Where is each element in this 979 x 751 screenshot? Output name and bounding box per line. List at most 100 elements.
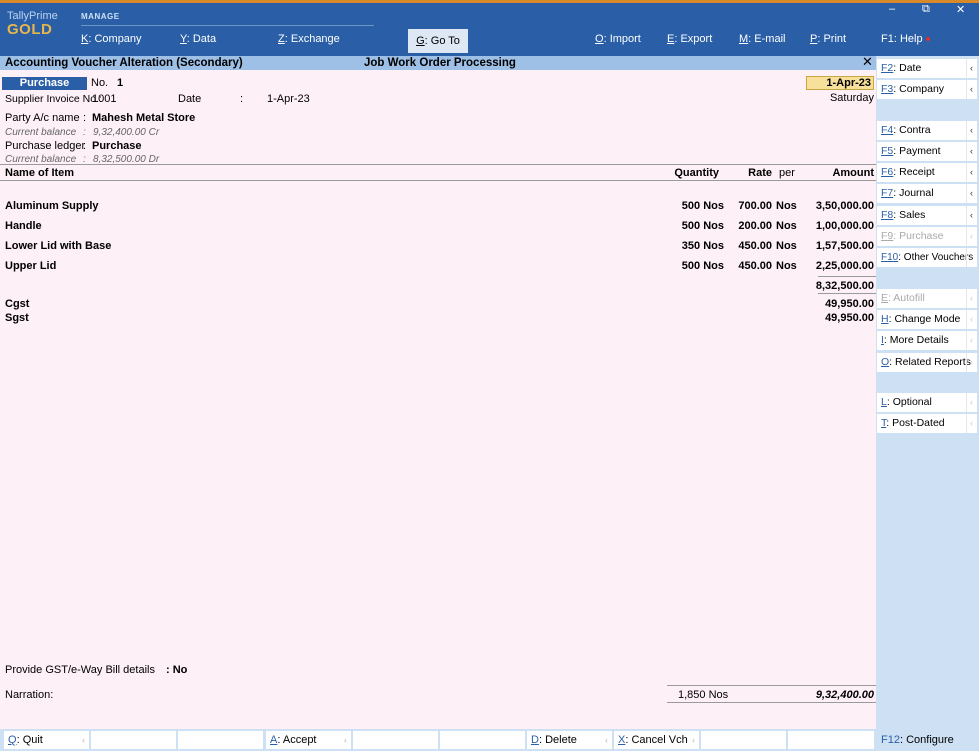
chevron-left-icon: ‹ <box>692 735 695 745</box>
header-divider-top <box>0 164 876 165</box>
chevron-left-icon: ‹ <box>966 393 976 412</box>
chevron-left-icon: ‹ <box>966 248 976 267</box>
post-dated-button[interactable]: T: Post-Dated ‹ <box>877 414 977 433</box>
chevron-left-icon: ‹ <box>966 206 976 225</box>
item-per: Nos <box>776 260 797 272</box>
quit-button[interactable]: Q: Quit ‹ <box>4 731 89 749</box>
menu-email[interactable]: M: E-mail <box>739 33 785 45</box>
invoice-date[interactable]: 1-Apr-23 <box>267 93 310 105</box>
f9-purchase-button[interactable]: F9: Purchase ‹ <box>877 227 977 246</box>
menu-print[interactable]: P: Print <box>810 33 846 45</box>
menu-go-to[interactable]: G: Go To <box>408 29 468 53</box>
supplier-invoice-no[interactable]: 1001 <box>92 93 116 105</box>
chevron-left-icon: ‹ <box>966 353 976 372</box>
chevron-left-icon: ‹ <box>82 735 85 745</box>
f4-contra-button[interactable]: F4: Contra ‹ <box>877 121 977 140</box>
chevron-left-icon: ‹ <box>966 184 976 203</box>
item-name: Aluminum Supply <box>5 200 99 212</box>
subtotal-amount: 8,32,500.00 <box>815 280 874 292</box>
item-amount: 3,50,000.00 <box>815 200 874 212</box>
chevron-left-icon: ‹ <box>605 735 608 745</box>
purchase-ledger-separator: : <box>83 140 87 152</box>
item-name: Handle <box>5 220 42 232</box>
item-quantity: 500 Nos <box>681 200 724 212</box>
related-reports-button[interactable]: O: Related Reports ‹ <box>877 353 977 372</box>
top-bar <box>0 0 979 56</box>
menu-company[interactable]: K: Company <box>81 33 142 45</box>
voucher-no-label: No. <box>91 77 109 89</box>
item-per: Nos <box>776 200 797 212</box>
chevron-left-icon: ‹ <box>966 121 976 140</box>
chevron-left-icon: ‹ <box>966 142 976 161</box>
empty-button-slot <box>788 731 874 749</box>
item-rate: 200.00 <box>738 220 772 232</box>
header-divider-bottom <box>0 180 876 181</box>
menu-export[interactable]: E: Export <box>667 33 712 45</box>
delete-button[interactable]: D: Delete ‹ <box>527 731 612 749</box>
menu-import[interactable]: O: Import <box>595 33 641 45</box>
configure-button[interactable]: F12: Configure <box>877 731 977 749</box>
voucher-type[interactable]: Purchase <box>2 77 87 90</box>
item-quantity: 500 Nos <box>681 220 724 232</box>
voucher-no[interactable]: 1 <box>117 77 123 89</box>
party-name[interactable]: Mahesh Metal Store <box>92 112 195 124</box>
menu-exchange[interactable]: Z: Exchange <box>278 33 340 45</box>
voucher-date[interactable]: 1-Apr-23 <box>806 76 874 90</box>
close-icon[interactable]: ✕ <box>862 55 873 69</box>
item-rate: 700.00 <box>738 200 772 212</box>
app-edition: GOLD <box>7 21 53 38</box>
total-divider-top <box>667 685 876 686</box>
cancel-voucher-button[interactable]: X: Cancel Vch ‹ <box>614 731 699 749</box>
column-per: per <box>779 167 795 179</box>
item-rate: 450.00 <box>738 240 772 252</box>
f10-other-vouchers-button[interactable]: F10: Other Vouchers ‹ <box>877 248 977 267</box>
gst-details-value[interactable]: : No <box>166 664 187 676</box>
f2-date-button[interactable]: F2: Date ‹ <box>877 59 977 78</box>
f5-payment-button[interactable]: F5: Payment ‹ <box>877 142 977 161</box>
item-quantity: 500 Nos <box>681 260 724 272</box>
more-details-button[interactable]: I: More Details ‹ <box>877 331 977 350</box>
item-name: Upper Lid <box>5 260 57 272</box>
company-title: Job Work Order Processing <box>364 57 516 69</box>
purchase-ledger[interactable]: Purchase <box>92 140 142 152</box>
menu-data[interactable]: Y: Data <box>180 33 216 45</box>
menu-section-divider <box>81 25 374 26</box>
chevron-left-icon: ‹ <box>966 227 976 246</box>
f6-receipt-button[interactable]: F6: Receipt ‹ <box>877 163 977 182</box>
tax-name: Cgst <box>5 298 30 310</box>
column-quantity: Quantity <box>674 167 719 179</box>
party-separator: : <box>83 112 87 124</box>
f3-company-button[interactable]: F3: Company ‹ <box>877 80 977 99</box>
total-divider-bottom <box>667 702 876 703</box>
change-mode-button[interactable]: H: Change Mode ‹ <box>877 310 977 329</box>
f7-journal-button[interactable]: F7: Journal ‹ <box>877 184 977 203</box>
autofill-button[interactable]: E: Autofill ‹ <box>877 289 977 308</box>
voucher-title-bar: Accounting Voucher Alteration (Secondary… <box>0 55 876 70</box>
tax-name: Sgst <box>5 312 29 324</box>
party-balance: 9,32,400.00 Cr <box>93 127 160 138</box>
close-window-icon[interactable]: ✕ <box>956 3 965 16</box>
menu-section-label: MANAGE <box>81 12 120 21</box>
menu-help[interactable]: F1: Help <box>881 33 930 45</box>
party-label: Party A/c name <box>5 112 80 124</box>
subtotal-divider-top <box>818 276 876 277</box>
party-balance-label: Current balance <box>5 127 77 138</box>
minimize-icon[interactable]: – <box>889 3 895 15</box>
item-quantity: 350 Nos <box>681 240 724 252</box>
column-amount: Amount <box>832 167 874 179</box>
chevron-left-icon: ‹ <box>966 414 976 433</box>
chevron-left-icon: ‹ <box>966 331 976 350</box>
grand-total: 9,32,400.00 <box>815 689 874 701</box>
optional-button[interactable]: L: Optional ‹ <box>877 393 977 412</box>
restore-icon[interactable]: ⧉ <box>922 3 930 16</box>
item-amount: 1,57,500.00 <box>815 240 874 252</box>
item-rate: 450.00 <box>738 260 772 272</box>
screen-title: Accounting Voucher Alteration (Secondary… <box>5 57 243 69</box>
item-per: Nos <box>776 240 797 252</box>
voucher-day: Saturday <box>829 92 874 104</box>
purchase-ledger-label: Purchase ledger <box>5 140 86 152</box>
column-item: Name of Item <box>5 167 75 179</box>
f8-sales-button[interactable]: F8: Sales ‹ <box>877 206 977 225</box>
accept-button[interactable]: A: Accept ‹ <box>266 731 351 749</box>
item-amount: 1,00,000.00 <box>815 220 874 232</box>
